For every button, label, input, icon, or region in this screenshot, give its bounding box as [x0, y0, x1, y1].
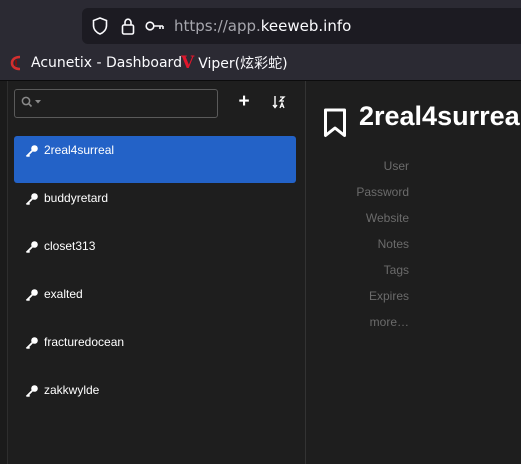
- field-password-label[interactable]: Password: [356, 185, 409, 199]
- bookmark-icon[interactable]: [323, 108, 347, 143]
- entry-title: buddyretard: [44, 191, 109, 205]
- entry-title-heading[interactable]: 2real4surreal: [359, 101, 521, 132]
- entry-title: fracturedocean: [44, 335, 125, 349]
- search-icon[interactable]: [21, 96, 43, 108]
- bookmarks-bar: Acunetix - Dashboard V Viper(炫彩蛇): [0, 46, 521, 81]
- key-icon: [25, 288, 39, 307]
- entry-item[interactable]: exalted: [14, 280, 296, 327]
- sort-icon[interactable]: [268, 91, 290, 113]
- field-expires-label[interactable]: Expires: [369, 289, 409, 303]
- key-icon: [25, 192, 39, 211]
- entry-list-pane: + 2real4surreal buddyretard closet313 ex…: [8, 81, 306, 464]
- entry-item[interactable]: closet313: [14, 232, 296, 279]
- field-website-label[interactable]: Website: [366, 211, 409, 225]
- key-icon: [25, 240, 39, 259]
- entry-title: zakkwylde: [44, 383, 100, 397]
- entry-item[interactable]: zakkwylde: [14, 376, 296, 423]
- url-text[interactable]: https://app.keeweb.info: [174, 8, 351, 44]
- entry-item[interactable]: buddyretard: [14, 184, 296, 231]
- shield-icon[interactable]: [90, 8, 110, 44]
- entry-title: exalted: [44, 287, 83, 301]
- key-icon: [25, 384, 39, 403]
- viper-logo-icon: V: [181, 53, 195, 73]
- key-icon: [25, 336, 39, 355]
- menu-collapse-strip[interactable]: [0, 81, 8, 464]
- bookmark-label: Viper(炫彩蛇): [198, 56, 288, 72]
- entry-item[interactable]: fracturedocean: [14, 328, 296, 375]
- key-icon: [25, 144, 39, 163]
- bookmark-viper[interactable]: V Viper(炫彩蛇): [181, 46, 288, 80]
- bookmark-label: Acunetix - Dashboard: [31, 55, 182, 71]
- keeweb-app: + 2real4surreal buddyretard closet313 ex…: [0, 81, 521, 464]
- field-tags-label[interactable]: Tags: [384, 263, 409, 277]
- bookmark-acunetix[interactable]: Acunetix - Dashboard: [10, 46, 182, 80]
- url-prefix: https://app.: [174, 17, 261, 35]
- search-input[interactable]: [14, 89, 218, 118]
- more-fields-link[interactable]: more…: [370, 315, 409, 329]
- lock-icon[interactable]: [118, 8, 138, 44]
- field-user-label[interactable]: User: [384, 159, 409, 173]
- url-bar[interactable]: https://app.keeweb.info: [82, 8, 521, 44]
- field-notes-label[interactable]: Notes: [378, 237, 409, 251]
- browser-toolbar: https://app.keeweb.info: [0, 0, 521, 46]
- entry-detail-pane: 2real4surreal User Password Website Note…: [306, 81, 521, 464]
- acunetix-logo-icon: [10, 55, 24, 71]
- url-domain: keeweb.info: [260, 17, 352, 35]
- entry-title: closet313: [44, 239, 96, 253]
- entry-item[interactable]: 2real4surreal: [14, 136, 296, 183]
- entry-title: 2real4surreal: [44, 143, 115, 157]
- key-permission-icon[interactable]: [144, 8, 166, 44]
- add-entry-button[interactable]: +: [233, 91, 255, 113]
